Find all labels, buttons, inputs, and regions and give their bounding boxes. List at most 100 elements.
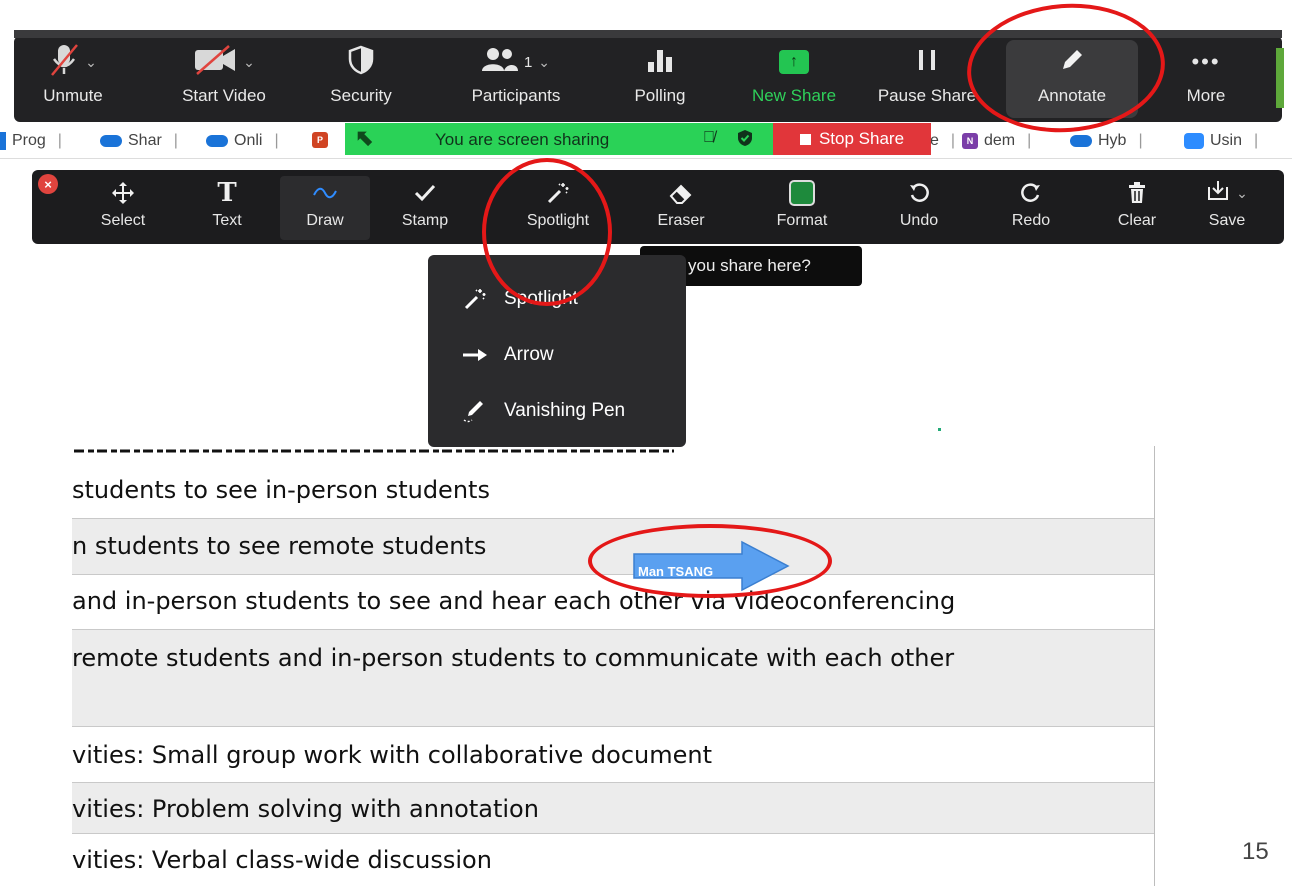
redo-button[interactable]: Redo: [986, 176, 1076, 240]
text-label: Text: [212, 212, 242, 229]
cut-off-text-row: [72, 446, 682, 456]
menu-item-label: Vanishing Pen: [504, 400, 626, 421]
onedrive-cloud-icon: [206, 135, 228, 147]
tab-label: Shar: [128, 132, 162, 149]
undo-icon: [908, 176, 930, 210]
unmute-label: Unmute: [43, 86, 103, 105]
share-arrow-icon: ↑: [779, 50, 809, 74]
eraser-label: Eraser: [657, 212, 705, 229]
chevron-down-icon[interactable]: ⌄: [1236, 185, 1248, 202]
poll-chart-icon: [647, 48, 673, 77]
format-label: Format: [776, 212, 828, 229]
format-tool-button[interactable]: Format: [752, 176, 852, 240]
save-label: Save: [1208, 212, 1246, 229]
participants-icon: [481, 47, 518, 78]
tab-onli[interactable]: Onli |: [206, 132, 279, 150]
security-button[interactable]: Security: [314, 40, 408, 118]
squiggle-icon: [312, 176, 338, 210]
highlight-circle-arrow: [588, 524, 832, 598]
row-text: and in-person students to see and hear e…: [72, 587, 956, 615]
ellipsis-icon: •••: [1191, 49, 1221, 74]
annotation-toolbar: Select T Text Draw Stamp Spotlight Erase…: [32, 170, 1284, 244]
zoom-camera-icon: [1184, 133, 1204, 149]
tooltip-text: you share here?: [688, 256, 811, 275]
participants-label: Participants: [471, 86, 561, 105]
move-arrows-icon: [111, 176, 135, 210]
text-tool-button[interactable]: T Text: [182, 176, 272, 240]
chevron-down-icon[interactable]: ⌄: [85, 54, 97, 71]
clear-label: Clear: [1117, 212, 1157, 229]
onedrive-cloud-icon: [1070, 135, 1092, 147]
undo-label: Undo: [899, 212, 939, 229]
window-edge: [1276, 48, 1284, 108]
screen-sharing-banner: ⬉ You are screen sharing 🎙̸: [345, 123, 773, 155]
tab-dem[interactable]: Ndem |: [962, 132, 1031, 150]
pause-icon: [917, 49, 937, 76]
redo-label: Redo: [1011, 212, 1051, 229]
trash-icon: [1127, 176, 1147, 210]
slide-row: remote students and in-person students t…: [72, 630, 1154, 727]
clear-button[interactable]: Clear: [1092, 176, 1182, 240]
table-right-border: [1154, 446, 1155, 886]
save-download-icon: [1206, 179, 1230, 208]
security-label: Security: [330, 86, 392, 105]
menu-item-arrow[interactable]: Arrow: [460, 339, 554, 371]
tab-label: Hyb: [1098, 132, 1127, 149]
start-video-label: Start Video: [182, 86, 266, 105]
slide-row: vities: Small group work with collaborat…: [72, 727, 1154, 783]
stop-square-icon: [799, 133, 811, 145]
tab-label: Prog: [12, 132, 46, 149]
row-text: vities: Small group work with collaborat…: [72, 741, 712, 769]
stamp-label: Stamp: [401, 212, 449, 229]
polling-label: Polling: [634, 86, 686, 105]
video-off-icon: [193, 44, 237, 80]
tab-label: Usin: [1210, 132, 1243, 149]
save-button[interactable]: ⌄ Save: [1182, 176, 1272, 240]
draw-tool-button[interactable]: Draw: [280, 176, 370, 240]
more-button[interactable]: ••• More: [1166, 40, 1246, 118]
row-text: vities: Problem solving with annotation: [72, 795, 539, 823]
menu-item-vanishing-pen[interactable]: Vanishing Pen: [460, 395, 625, 427]
row-text: students to see in-person students: [72, 476, 490, 504]
powerpoint-icon: P: [312, 132, 328, 148]
shield-icon: [348, 45, 374, 80]
more-label: More: [1186, 86, 1226, 105]
slide-row: students to see in-person students: [72, 462, 1154, 519]
chevron-down-icon[interactable]: ⌄: [243, 54, 255, 71]
chevron-down-icon[interactable]: ⌄: [538, 54, 550, 71]
stamp-tool-button[interactable]: Stamp: [380, 176, 470, 240]
new-share-label: New Share: [751, 86, 837, 105]
new-share-button[interactable]: ↑ New Share: [736, 40, 852, 118]
tab-e[interactable]: e |: [930, 132, 955, 150]
sharing-status-text: You are screen sharing: [435, 130, 610, 149]
row-text: vities: Verbal class-wide discussion: [72, 846, 492, 874]
participants-button[interactable]: 1 ⌄ Participants: [446, 40, 586, 118]
tab-usin[interactable]: Usin |: [1184, 132, 1258, 150]
tab-shar[interactable]: Shar |: [100, 132, 178, 150]
eraser-tool-button[interactable]: Eraser: [636, 176, 726, 240]
undo-button[interactable]: Undo: [874, 176, 964, 240]
tab-prog[interactable]: Prog |: [0, 132, 62, 150]
unmute-button[interactable]: ⌄ Unmute: [28, 40, 118, 118]
close-annotation-icon[interactable]: ×: [38, 174, 58, 194]
eraser-icon: [669, 176, 693, 210]
stop-share-button[interactable]: Stop Share: [773, 123, 931, 155]
start-video-button[interactable]: ⌄ Start Video: [164, 40, 284, 118]
menu-item-label: Arrow: [504, 344, 554, 365]
tab-powerpoint[interactable]: P: [312, 132, 328, 148]
vanishing-pen-icon: [460, 398, 490, 424]
row-text: n students to see remote students: [72, 532, 487, 560]
slide-row: vities: Verbal class-wide discussion: [72, 834, 1154, 886]
shield-check-icon: [737, 129, 753, 152]
muted-mic-icon: [49, 43, 79, 82]
arrow-right-icon: [460, 348, 490, 362]
polling-button[interactable]: Polling: [620, 40, 700, 118]
tab-hyb[interactable]: Hyb |: [1070, 132, 1143, 150]
slide-row: vities: Problem solving with annotation: [72, 783, 1154, 834]
select-tool-button[interactable]: Select: [78, 176, 168, 240]
muted-mic-icon[interactable]: 🎙̸: [703, 129, 715, 147]
highlight-circle-spotlight: [482, 158, 612, 306]
onenote-icon: N: [962, 133, 978, 149]
magic-wand-icon: [460, 287, 490, 311]
redo-icon: [1020, 176, 1042, 210]
